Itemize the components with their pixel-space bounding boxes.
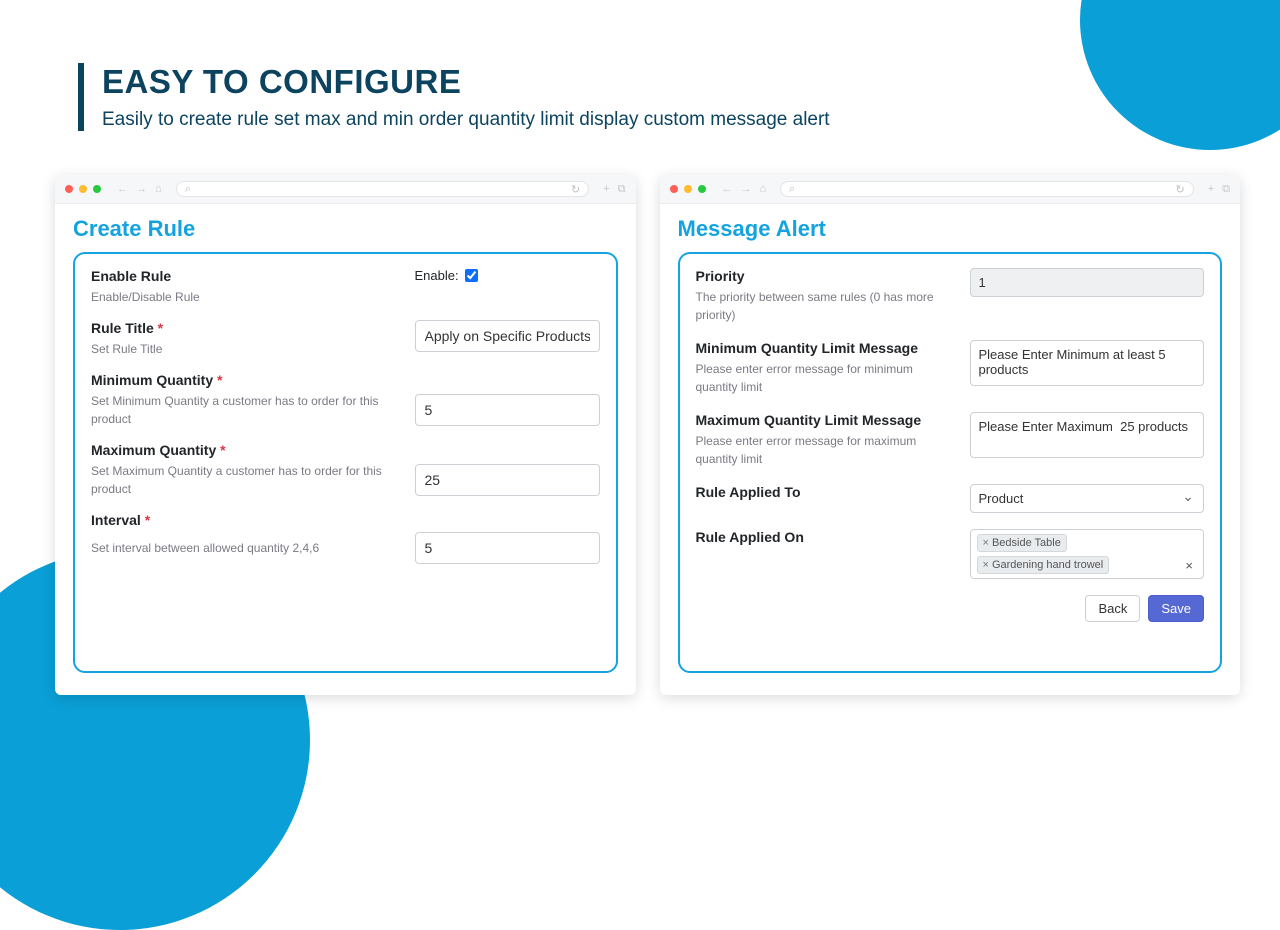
- min-qty-input[interactable]: [415, 394, 600, 426]
- interval-input[interactable]: [415, 532, 600, 564]
- nav-home-icon[interactable]: ⌂: [155, 183, 162, 195]
- reload-icon[interactable]: ↻: [1175, 183, 1184, 196]
- applied-to-select[interactable]: Product: [970, 484, 1205, 513]
- tag-clear-all-icon[interactable]: ×: [1181, 558, 1197, 573]
- window-maximize-icon[interactable]: [93, 185, 101, 193]
- new-tab-icon[interactable]: +: [603, 183, 609, 196]
- save-button[interactable]: Save: [1148, 595, 1204, 622]
- window-minimize-icon[interactable]: [684, 185, 692, 193]
- max-msg-label: Maximum Quantity Limit Message: [696, 412, 956, 428]
- interval-label: Interval: [91, 512, 141, 528]
- rule-title-input[interactable]: [415, 320, 600, 352]
- priority-hint: The priority between same rules (0 has m…: [696, 290, 934, 322]
- applied-to-label: Rule Applied To: [696, 484, 956, 500]
- required-asterisk: *: [217, 372, 222, 388]
- min-msg-label: Minimum Quantity Limit Message: [696, 340, 956, 356]
- search-icon: ⌕: [789, 183, 795, 196]
- hero-header: EASY TO CONFIGURE Easily to create rule …: [78, 63, 1220, 131]
- required-asterisk: *: [220, 442, 225, 458]
- min-qty-hint: Set Minimum Quantity a customer has to o…: [91, 394, 378, 426]
- min-msg-hint: Please enter error message for minimum q…: [696, 362, 913, 394]
- min-msg-input[interactable]: Please Enter Minimum at least 5 products: [970, 340, 1205, 386]
- window-minimize-icon[interactable]: [79, 185, 87, 193]
- priority-input[interactable]: [970, 268, 1205, 297]
- max-qty-hint: Set Maximum Quantity a customer has to o…: [91, 464, 382, 496]
- address-bar[interactable]: ⌕↻: [176, 181, 590, 197]
- enable-rule-hint: Enable/Disable Rule: [91, 290, 200, 304]
- copy-icon[interactable]: ⧉: [618, 183, 626, 196]
- new-tab-icon[interactable]: +: [1208, 183, 1214, 196]
- create-rule-panel: ← → ⌂ ⌕↻ + ⧉ Create Rule Enable Rule Ena…: [55, 175, 636, 695]
- window-maximize-icon[interactable]: [698, 185, 706, 193]
- create-rule-form: Enable Rule Enable/Disable Rule Enable: …: [73, 252, 618, 673]
- reload-icon[interactable]: ↻: [571, 183, 580, 196]
- applied-on-label: Rule Applied On: [696, 529, 956, 545]
- enable-toggle-label: Enable:: [415, 268, 459, 283]
- required-asterisk: *: [145, 512, 150, 528]
- applied-on-tagbox[interactable]: ×Bedside Table ×Gardening hand trowel ×: [970, 529, 1205, 579]
- back-button[interactable]: Back: [1085, 595, 1140, 622]
- nav-forward-icon[interactable]: →: [741, 183, 752, 195]
- tag-remove-icon[interactable]: ×: [983, 559, 989, 571]
- tag-label: Gardening hand trowel: [992, 559, 1103, 571]
- tag-remove-icon[interactable]: ×: [983, 537, 989, 549]
- message-alert-form: Priority The priority between same rules…: [678, 252, 1223, 673]
- priority-label: Priority: [696, 268, 956, 284]
- panel-title-create-rule: Create Rule: [73, 216, 618, 242]
- max-qty-label: Maximum Quantity: [91, 442, 216, 458]
- rule-title-hint: Set Rule Title: [91, 342, 162, 356]
- page-title: EASY TO CONFIGURE: [102, 63, 1220, 101]
- nav-back-icon[interactable]: ←: [117, 183, 128, 195]
- max-msg-hint: Please enter error message for maximum q…: [696, 434, 917, 466]
- tag-label: Bedside Table: [992, 537, 1061, 549]
- copy-icon[interactable]: ⧉: [1222, 183, 1230, 196]
- search-icon: ⌕: [185, 183, 191, 196]
- window-close-icon[interactable]: [670, 185, 678, 193]
- interval-hint: Set interval between allowed quantity 2,…: [91, 541, 319, 555]
- nav-home-icon[interactable]: ⌂: [760, 183, 767, 195]
- min-qty-label: Minimum Quantity: [91, 372, 213, 388]
- message-alert-panel: ← → ⌂ ⌕↻ + ⧉ Message Alert Priority The …: [660, 175, 1241, 695]
- browser-chrome: ← → ⌂ ⌕↻ + ⧉: [55, 175, 636, 204]
- nav-back-icon[interactable]: ←: [722, 183, 733, 195]
- page-subtitle: Easily to create rule set max and min or…: [102, 109, 1220, 131]
- tag-item[interactable]: ×Gardening hand trowel: [977, 556, 1110, 574]
- tag-item[interactable]: ×Bedside Table: [977, 534, 1067, 552]
- required-asterisk: *: [158, 320, 163, 336]
- max-qty-input[interactable]: [415, 464, 600, 496]
- panel-title-message-alert: Message Alert: [678, 216, 1223, 242]
- max-msg-input[interactable]: Please Enter Maximum 25 products: [970, 412, 1205, 458]
- nav-forward-icon[interactable]: →: [136, 183, 147, 195]
- enable-rule-checkbox[interactable]: [465, 269, 478, 282]
- window-close-icon[interactable]: [65, 185, 73, 193]
- rule-title-label: Rule Title: [91, 320, 154, 336]
- browser-chrome: ← → ⌂ ⌕↻ + ⧉: [660, 175, 1241, 204]
- enable-rule-label: Enable Rule: [91, 268, 415, 284]
- address-bar[interactable]: ⌕↻: [780, 181, 1194, 197]
